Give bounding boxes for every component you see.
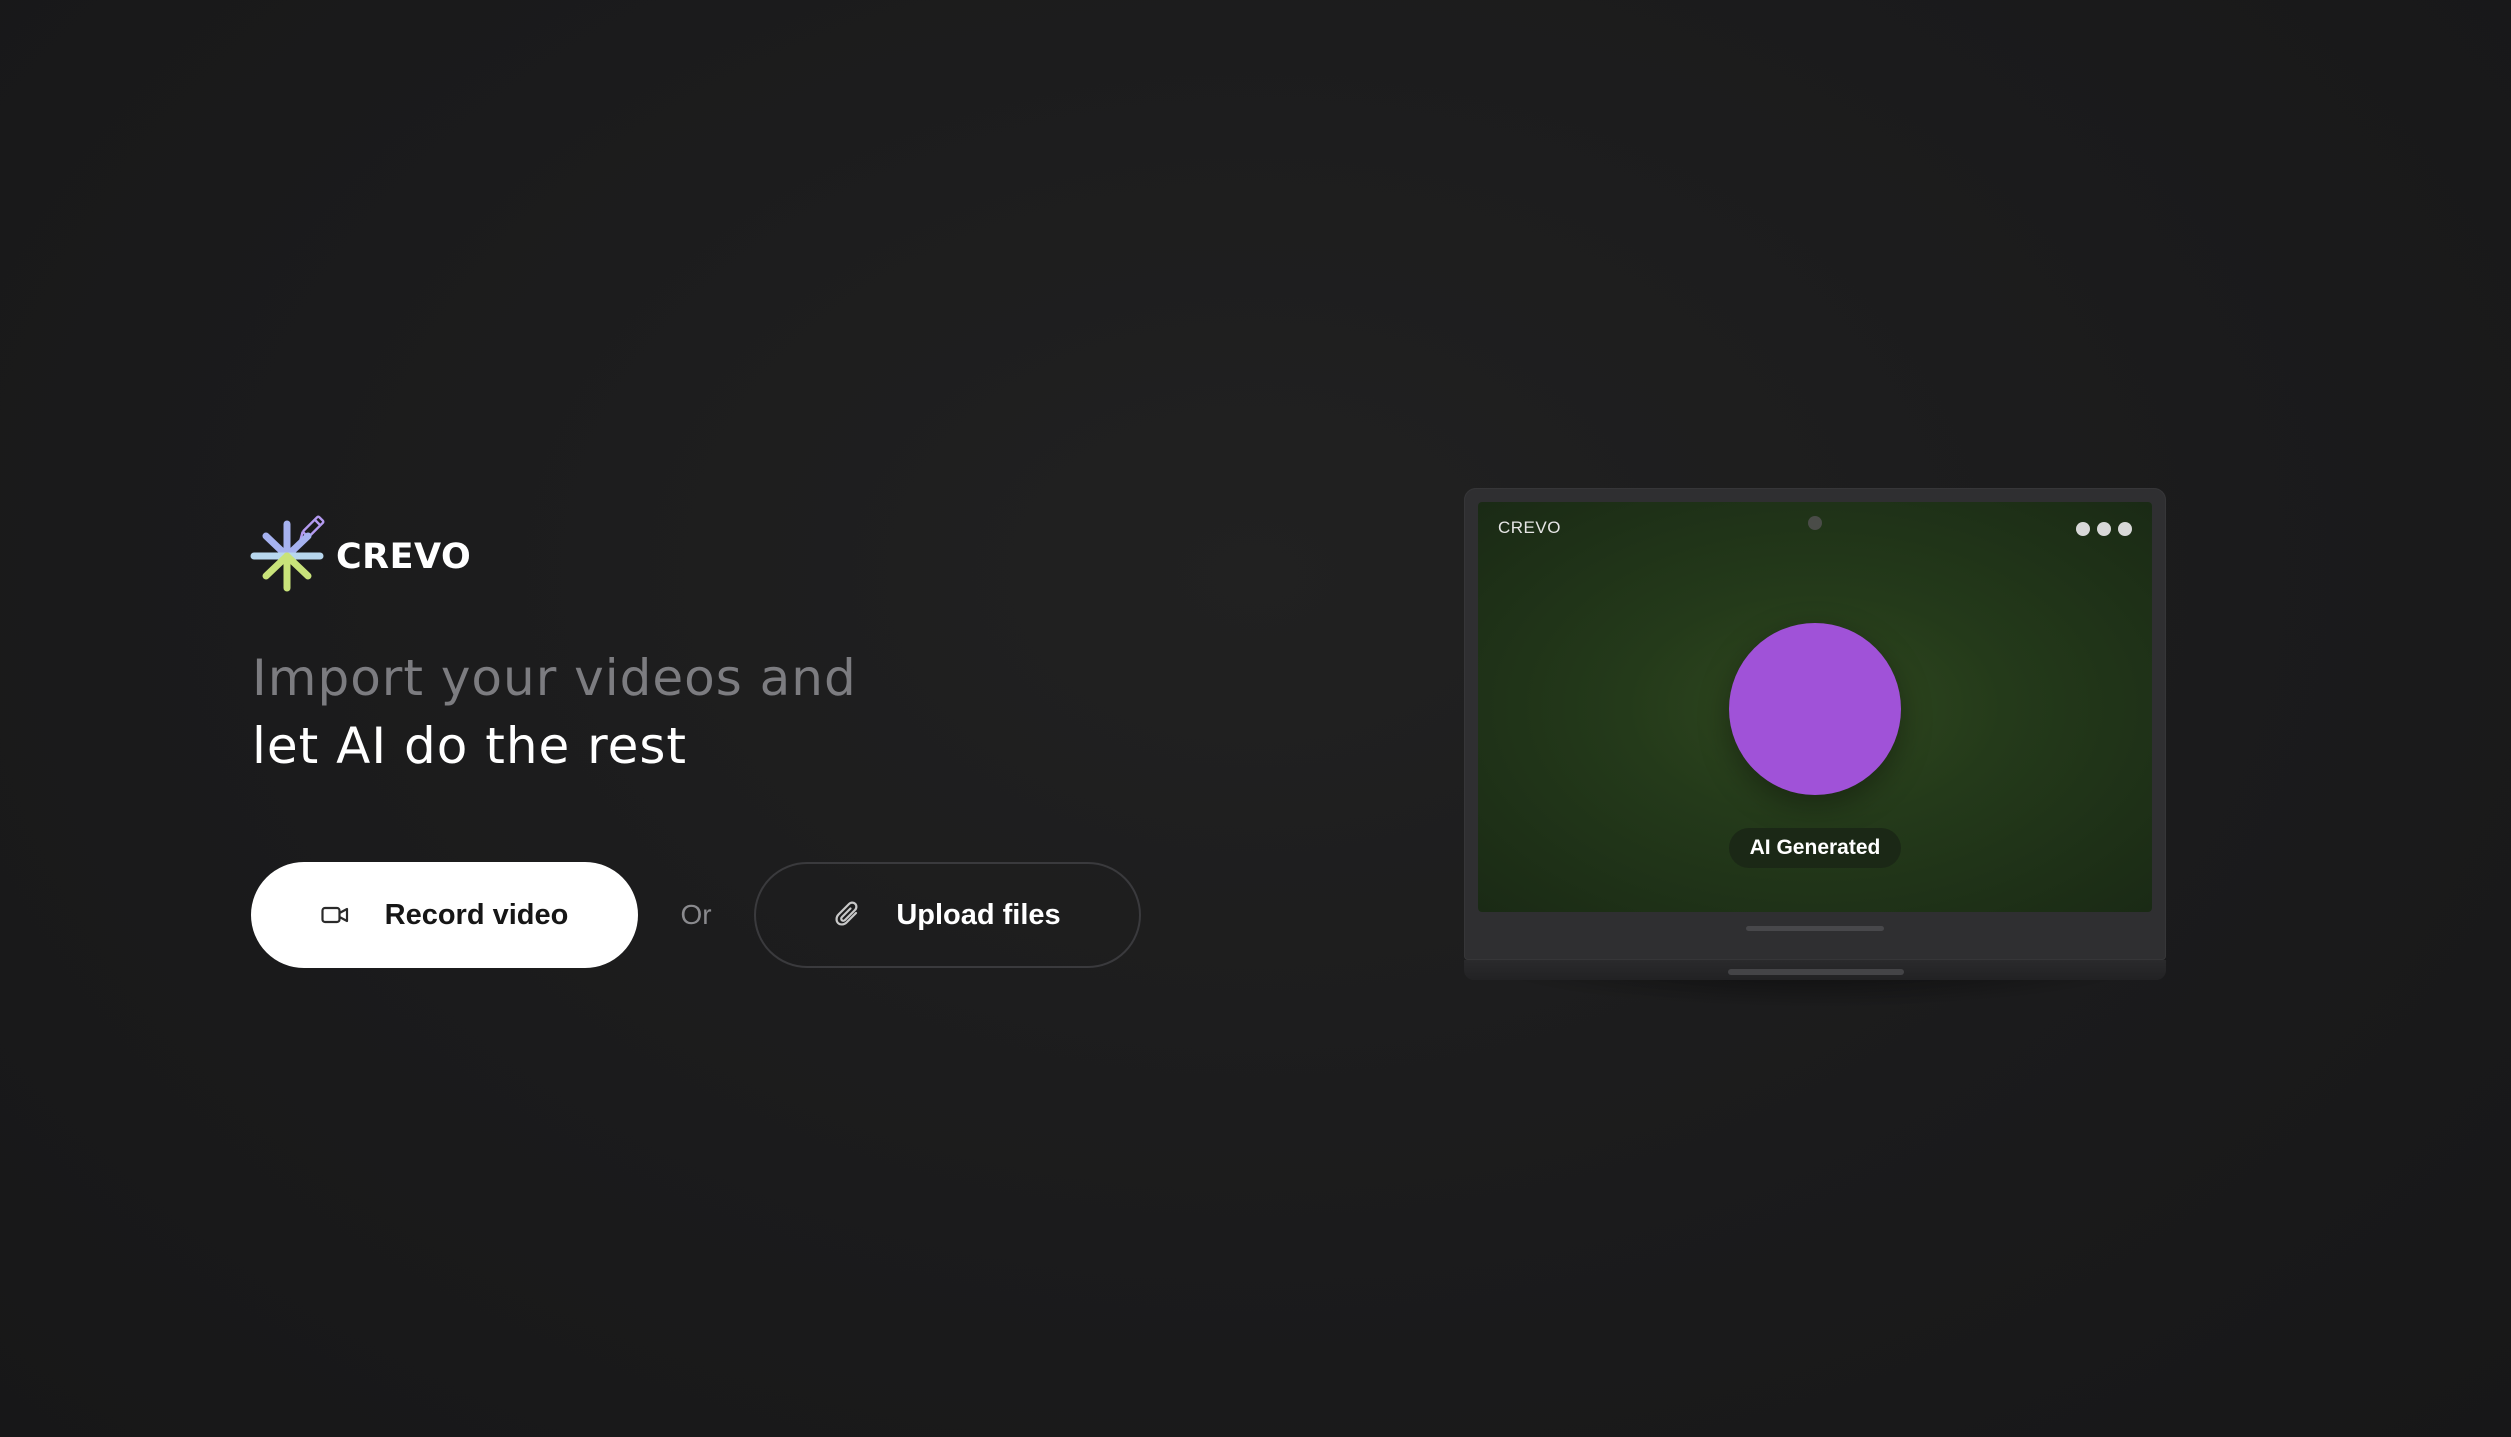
import-actions: Record video Or Upload files [251, 862, 1141, 968]
record-video-button[interactable]: Record video [251, 862, 638, 968]
brand-logo: CREVO [250, 512, 471, 594]
headline-line-2: let AI do the rest [252, 717, 688, 775]
brand-name: CREVO [336, 537, 472, 577]
paperclip-icon [834, 900, 862, 930]
more-dots-icon [2076, 522, 2132, 536]
laptop-screen: CREVO AI Generated [1478, 502, 2152, 912]
laptop-preview: CREVO AI Generated [1464, 488, 2166, 1008]
ai-generated-badge: AI Generated [1729, 828, 1901, 868]
laptop-lid: CREVO AI Generated [1464, 488, 2166, 960]
laptop-notch [1728, 969, 1904, 975]
camera-dot-icon [1808, 516, 1822, 530]
record-video-label: Record video [384, 898, 569, 931]
avatar [1729, 623, 1901, 795]
laptop-hinge [1746, 926, 1884, 931]
headline: Import your videos and let AI do the res… [252, 644, 857, 780]
asterisk-pencil-logo-icon [250, 512, 334, 594]
screen-brand: CREVO [1498, 518, 1561, 537]
video-camera-icon [321, 905, 349, 925]
upload-files-button[interactable]: Upload files [754, 862, 1141, 968]
headline-line-1: Import your videos and [252, 649, 857, 707]
upload-files-label: Upload files [896, 898, 1061, 931]
or-separator: Or [680, 899, 712, 930]
